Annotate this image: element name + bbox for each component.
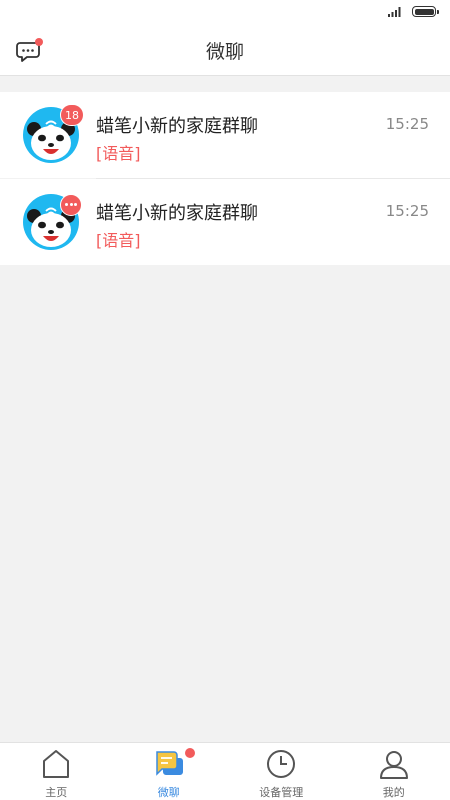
conversation-row[interactable]: 蜡笔小新的家庭群聊 [语音] 15:25	[0, 179, 450, 265]
page-title: 微聊	[205, 41, 244, 63]
clock-icon	[267, 750, 296, 778]
status-bar	[0, 0, 450, 24]
unread-badge: 18	[60, 104, 84, 126]
tab-profile-label: 我的	[382, 786, 405, 799]
battery-icon	[412, 6, 439, 17]
conversation-last-message: [语音]	[96, 231, 141, 250]
home-icon	[43, 750, 70, 778]
tab-chat[interactable]: 微聊	[113, 743, 226, 800]
chat-icon	[156, 751, 183, 776]
conversation-title: 蜡笔小新的家庭群聊	[96, 203, 258, 224]
conversation-time: 15:25	[385, 202, 429, 220]
more-badge-icon	[60, 194, 82, 216]
tab-chat-label: 微聊	[157, 786, 180, 799]
tab-profile[interactable]: 我的	[338, 743, 450, 800]
tab-device-management[interactable]: 设备管理	[225, 743, 338, 800]
tab-bar: 主页 微聊 设备管理 我的	[0, 742, 450, 800]
conversation-list: 18 蜡笔小新的家庭群聊 [语音] 15:25 蜡笔小新的家庭群聊 [语音] 1…	[0, 92, 450, 265]
tab-device-label: 设备管理	[259, 786, 304, 799]
chat-notification-dot	[184, 748, 195, 758]
conversation-time: 15:25	[385, 115, 429, 133]
conversation-last-message: [语音]	[96, 144, 141, 163]
person-icon	[379, 751, 408, 779]
conversation-title: 蜡笔小新的家庭群聊	[96, 116, 258, 137]
tab-home-label: 主页	[45, 786, 68, 799]
conversation-row[interactable]: 18 蜡笔小新的家庭群聊 [语音] 15:25	[0, 92, 450, 178]
signal-icon	[388, 7, 401, 17]
header: 微聊	[0, 24, 450, 76]
tab-home[interactable]: 主页	[0, 743, 113, 800]
